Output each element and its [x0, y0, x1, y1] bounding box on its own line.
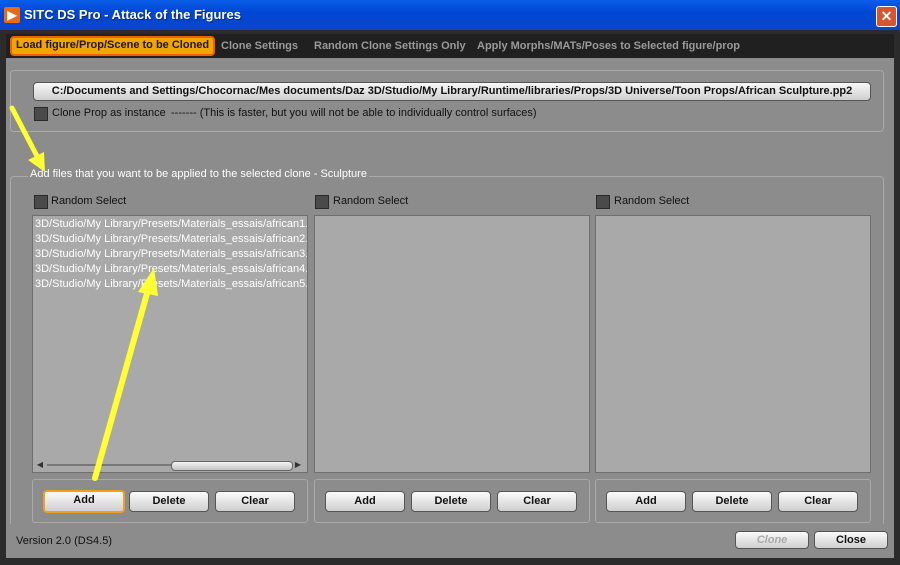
tab-load[interactable]: Load figure/Prop/Scene to be Cloned — [10, 36, 216, 56]
tab-random-clone-settings[interactable]: Random Clone Settings Only — [314, 38, 466, 54]
window-title: SITC DS Pro - Attack of the Figures — [24, 7, 241, 22]
add-button-3[interactable]: Add — [606, 491, 686, 512]
add-button-1[interactable]: Add — [43, 490, 125, 513]
list-item[interactable]: 3D/Studio/My Library/Presets/Materials_e… — [35, 218, 307, 230]
random-select-checkbox-3[interactable] — [596, 195, 610, 209]
scroll-right-icon[interactable]: ▶ — [293, 460, 303, 470]
title-bar: ▶ SITC DS Pro - Attack of the Figures ✕ — [0, 0, 900, 30]
random-select-checkbox-2[interactable] — [315, 195, 329, 209]
sitc-app-icon: ▶ — [4, 7, 20, 23]
list-item[interactable]: 3D/Studio/My Library/Presets/Materials_e… — [35, 233, 307, 245]
close-window-button[interactable]: ✕ — [876, 6, 897, 27]
add-button-2[interactable]: Add — [325, 491, 405, 512]
file-list-2[interactable] — [314, 215, 590, 473]
main-frame: Load figure/Prop/Scene to be Cloned Clon… — [0, 30, 900, 565]
list-item[interactable]: 3D/Studio/My Library/Presets/Materials_e… — [35, 248, 307, 260]
file-list-3[interactable] — [595, 215, 871, 473]
tab-bar: Load figure/Prop/Scene to be Cloned Clon… — [6, 34, 894, 58]
files-group-title: Add files that you want to be applied to… — [28, 168, 369, 180]
delete-button-1[interactable]: Delete — [129, 491, 209, 512]
tab-clone-settings[interactable]: Clone Settings — [221, 38, 298, 54]
clone-instance-label: Clone Prop as instance — [52, 107, 166, 119]
clone-button[interactable]: Clone — [735, 531, 809, 549]
clone-instance-note: ------- (This is faster, but you will no… — [171, 107, 537, 119]
close-button[interactable]: Close — [814, 531, 888, 549]
scroll-thumb[interactable] — [171, 461, 293, 471]
scroll-left-icon[interactable]: ◀ — [35, 460, 45, 470]
random-select-checkbox-1[interactable] — [34, 195, 48, 209]
random-select-label-3: Random Select — [614, 195, 690, 207]
list-item[interactable]: 3D/Studio/My Library/Presets/Materials_e… — [35, 278, 307, 290]
load-group — [10, 70, 884, 132]
horizontal-scrollbar[interactable]: ◀ ▶ — [35, 460, 303, 471]
tab-apply-morphs[interactable]: Apply Morphs/MATs/Poses to Selected figu… — [477, 38, 740, 54]
file-path-button[interactable]: C:/Documents and Settings/Chocornac/Mes … — [33, 82, 871, 101]
list-item[interactable]: 3D/Studio/My Library/Presets/Materials_e… — [35, 263, 307, 275]
clone-instance-checkbox[interactable] — [34, 107, 48, 121]
version-label: Version 2.0 (DS4.5) — [16, 535, 112, 547]
file-list-1[interactable]: 3D/Studio/My Library/Presets/Materials_e… — [32, 215, 308, 473]
clear-button-2[interactable]: Clear — [497, 491, 577, 512]
delete-button-2[interactable]: Delete — [411, 491, 491, 512]
content-area: C:/Documents and Settings/Chocornac/Mes … — [6, 58, 894, 536]
random-select-label-2: Random Select — [333, 195, 409, 207]
random-select-label-1: Random Select — [51, 195, 127, 207]
clear-button-1[interactable]: Clear — [215, 491, 295, 512]
clear-button-3[interactable]: Clear — [778, 491, 858, 512]
delete-button-3[interactable]: Delete — [692, 491, 772, 512]
footer-bar: Version 2.0 (DS4.5) Clone Close — [6, 524, 894, 558]
